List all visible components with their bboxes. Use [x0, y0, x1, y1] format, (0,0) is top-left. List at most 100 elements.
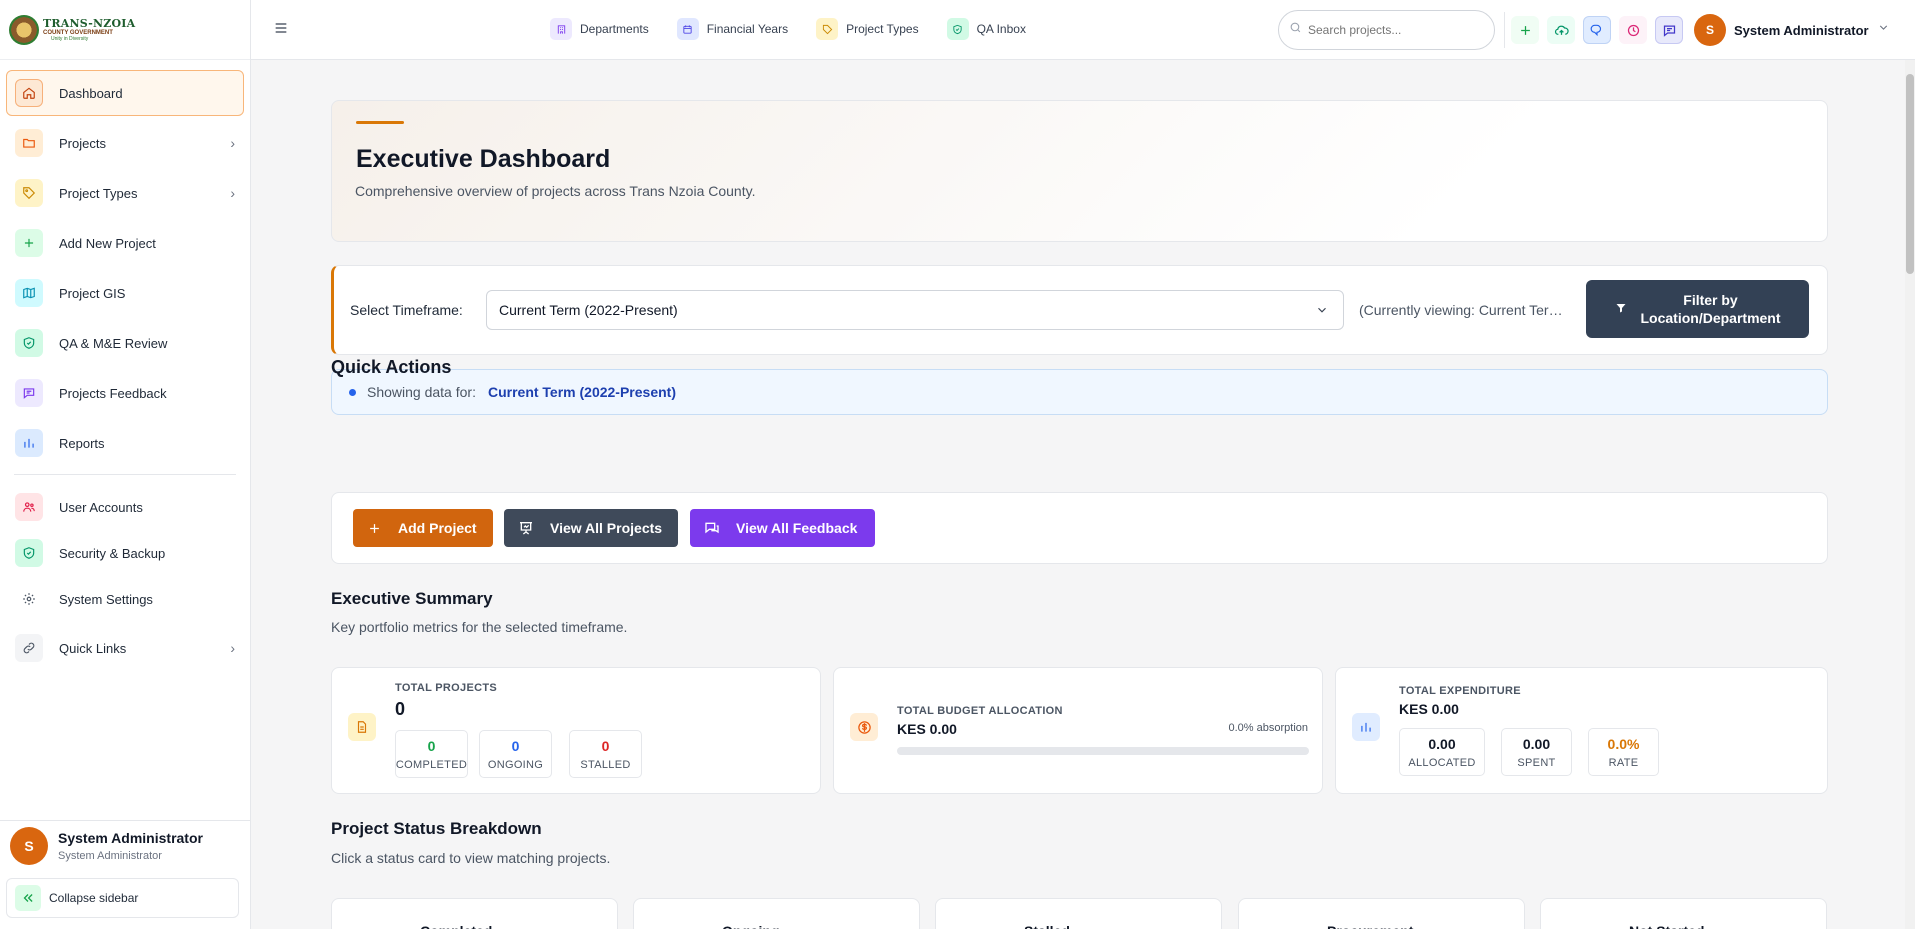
sidebar-item-security-backup[interactable]: Security & Backup	[6, 533, 244, 573]
ongoing-count-chip[interactable]: 0 ONGOING	[479, 730, 552, 778]
showing-value: Current Term (2022-Present)	[487, 384, 676, 400]
filter-location-department-button[interactable]: Filter by Location/Department	[1586, 280, 1809, 338]
rate-chip: 0.0% RATE	[1588, 728, 1659, 776]
stalled-label: STALLED	[580, 758, 631, 771]
sidebar-item-quick-links[interactable]: Quick Links ›	[6, 625, 244, 671]
collapse-sidebar-label: Collapse sidebar	[49, 891, 139, 905]
brand-line2: COUNTY GOVERNMENT	[43, 29, 113, 36]
collapse-sidebar-button[interactable]: Collapse sidebar	[6, 878, 239, 918]
filter-button-label: Filter by Location/Department	[1640, 291, 1781, 326]
hero-card: Executive Dashboard	[331, 100, 1828, 242]
building-icon	[550, 18, 572, 40]
search-input[interactable]	[1308, 23, 1478, 37]
sidebar-item-project-gis[interactable]: Project GIS	[6, 270, 244, 316]
top-nav-label: Financial Years	[706, 22, 789, 36]
status-card-stalled[interactable]: Stalled	[935, 898, 1222, 929]
completed-count-chip[interactable]: 0 COMPLETED	[395, 730, 468, 778]
status-card-not-started[interactable]: Not Started	[1540, 898, 1827, 929]
scrollbar-thumb[interactable]	[1906, 74, 1914, 274]
view-all-projects-button[interactable]: View All Projects	[504, 509, 678, 547]
top-nav-qa-inbox[interactable]: QA Inbox	[946, 18, 1026, 40]
chevron-right-icon: ›	[230, 135, 235, 151]
clock-icon[interactable]	[1619, 16, 1647, 44]
bar-chart-icon	[1352, 713, 1380, 741]
spent-label: SPENT	[1517, 756, 1556, 769]
quick-add-icon[interactable]	[1511, 16, 1539, 44]
menu-toggle-icon[interactable]	[273, 20, 289, 41]
executive-summary-title: Executive Summary	[331, 589, 493, 608]
sidebar-item-dashboard[interactable]: Dashboard	[6, 70, 244, 116]
chevron-right-icon: ›	[230, 185, 235, 201]
view-all-feedback-label: View All Feedback	[736, 520, 858, 536]
tag-icon	[816, 18, 839, 40]
chat-icon[interactable]	[1655, 16, 1683, 44]
sidebar-item-qa-review[interactable]: QA & M&E Review	[6, 320, 244, 366]
spent-chip: 0.00 SPENT	[1501, 728, 1572, 776]
sidebar-item-projects-feedback[interactable]: Projects Feedback	[6, 370, 244, 416]
chevron-down-icon	[1315, 303, 1329, 320]
status-card-procurement[interactable]: Procurement	[1238, 898, 1525, 929]
sidebar-item-add-new-project[interactable]: Add New Project	[6, 220, 244, 266]
sidebar-item-label: Projects	[59, 135, 106, 151]
shield-icon	[15, 539, 43, 567]
top-nav-financial-years[interactable]: Financial Years	[676, 18, 789, 40]
gear-icon	[15, 585, 43, 613]
total-projects-caption: TOTAL PROJECTS	[395, 682, 497, 694]
top-nav: Departments Financial Years Project Type…	[550, 18, 1054, 40]
main-scrollbar[interactable]	[1905, 60, 1915, 929]
sidebar-item-projects[interactable]: Projects ›	[6, 120, 244, 166]
total-projects-card[interactable]: TOTAL PROJECTS 0 0 COMPLETED 0 ONGOING 0…	[331, 667, 821, 794]
county-logo[interactable]: TRANS-NZOIA COUNTY GOVERNMENT Unity in D…	[0, 0, 250, 60]
map-icon	[15, 279, 43, 307]
view-all-projects-label: View All Projects	[550, 520, 663, 536]
top-nav-label: QA Inbox	[976, 22, 1026, 36]
sidebar-item-project-types[interactable]: Project Types ›	[6, 170, 244, 216]
top-nav-departments[interactable]: Departments	[550, 18, 649, 40]
county-emblem-icon	[9, 14, 39, 45]
completed-count: 0	[427, 737, 436, 754]
timeframe-current-note: (Currently viewing: Current Term (2022-P…	[1359, 302, 1569, 318]
showing-label: Showing data for:	[367, 384, 476, 400]
top-header: Departments Financial Years Project Type…	[251, 0, 1915, 60]
info-dot-icon	[349, 388, 356, 396]
document-icon	[348, 713, 376, 741]
total-budget-card[interactable]: TOTAL BUDGET ALLOCATION KES 0.00 0.0% ab…	[833, 667, 1323, 794]
sidebar-user[interactable]: S System Administrator System Administra…	[0, 820, 250, 871]
executive-summary-subtitle: Key portfolio metrics for the selected t…	[331, 619, 628, 635]
top-nav-project-types[interactable]: Project Types	[816, 18, 919, 40]
shield-check-icon	[15, 329, 43, 357]
add-project-label: Add Project	[398, 520, 477, 536]
sidebar-item-system-settings[interactable]: System Settings	[6, 579, 244, 619]
status-breakdown-title: Project Status Breakdown	[331, 819, 542, 838]
message-bubble-icon[interactable]	[1583, 16, 1611, 44]
sidebar-item-label: QA & M&E Review	[59, 335, 168, 351]
status-card-label: Not Started	[1629, 923, 1704, 929]
stalled-count-chip[interactable]: 0 STALLED	[569, 730, 642, 778]
shield-check-icon	[946, 18, 969, 40]
search-box[interactable]	[1278, 10, 1495, 50]
sidebar-item-reports[interactable]: Reports	[6, 420, 244, 466]
hero-accent-bar	[356, 121, 404, 124]
rate-value: 0.0%	[1607, 735, 1640, 752]
stalled-count: 0	[601, 737, 610, 754]
tag-icon	[15, 179, 43, 207]
status-card-ongoing[interactable]: Ongoing	[633, 898, 920, 929]
sidebar-item-label: Project Types	[59, 185, 138, 201]
header-user-menu[interactable]: S System Administrator	[1694, 14, 1890, 46]
timeframe-select[interactable]: Current Term (2022-Present)	[486, 290, 1344, 330]
bar-chart-icon	[15, 429, 43, 457]
cloud-upload-icon[interactable]	[1547, 16, 1575, 44]
total-expenditure-card[interactable]: TOTAL EXPENDITURE KES 0.00 0.00 ALLOCATE…	[1335, 667, 1828, 794]
total-expenditure-caption: TOTAL EXPENDITURE	[1399, 685, 1521, 697]
allocated-label: ALLOCATED	[1408, 756, 1476, 769]
sidebar-item-user-accounts[interactable]: User Accounts	[6, 487, 244, 527]
add-project-button[interactable]: Add Project	[353, 509, 493, 547]
total-expenditure-value: KES 0.00	[1399, 701, 1459, 717]
view-all-feedback-button[interactable]: View All Feedback	[690, 509, 875, 547]
sidebar-item-label: Reports	[59, 435, 105, 451]
chat-bubbles-icon	[704, 520, 720, 536]
sidebar-item-label: Project GIS	[59, 285, 126, 301]
presentation-icon	[518, 520, 534, 536]
top-nav-label: Departments	[580, 22, 649, 36]
status-card-completed[interactable]: Completed	[331, 898, 618, 929]
